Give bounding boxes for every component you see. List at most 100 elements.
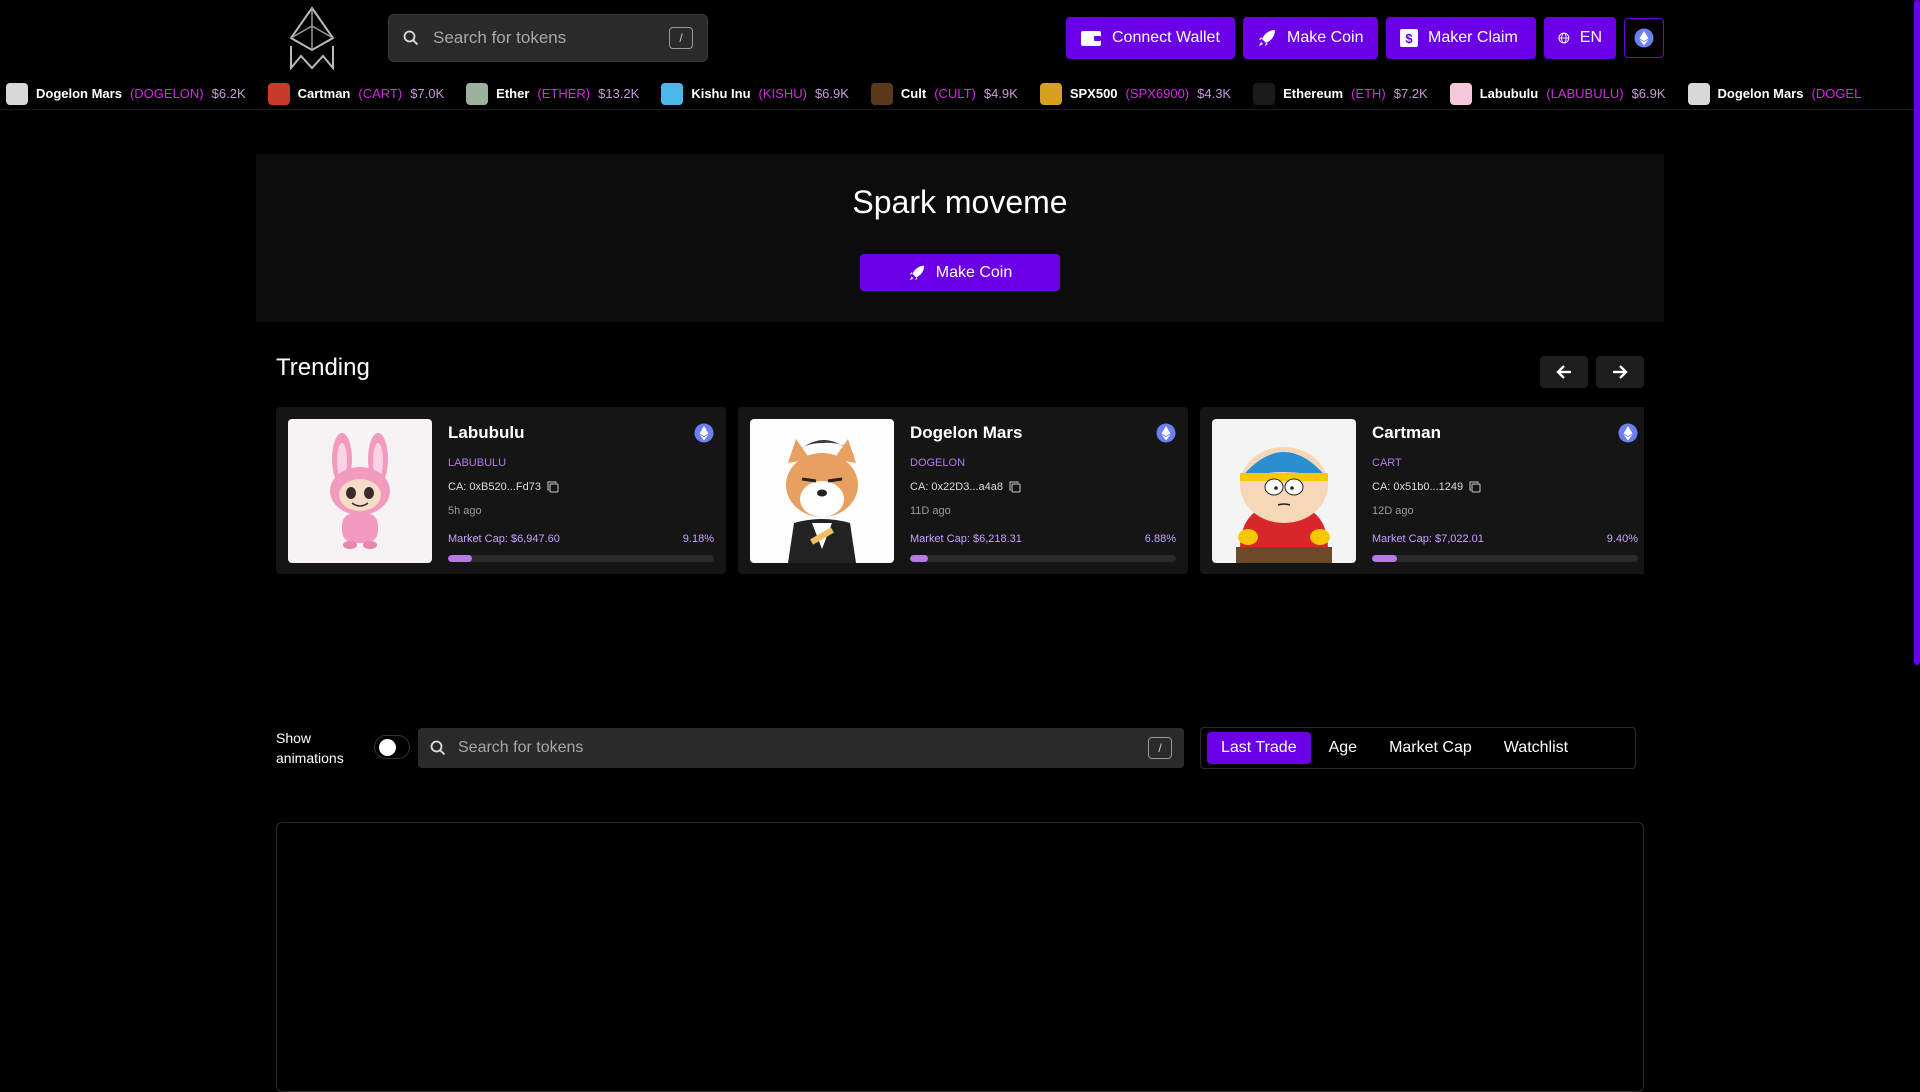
ticker-item[interactable]: Kishu Inu (KISHU) $6.9K bbox=[655, 82, 849, 105]
hero-make-coin-label: Make Coin bbox=[935, 263, 1013, 281]
sort-tab-market-cap[interactable]: Market Cap bbox=[1375, 732, 1486, 764]
ticker-name: Cult bbox=[900, 86, 927, 101]
progress-bar bbox=[1372, 555, 1638, 562]
token-list bbox=[276, 822, 1644, 1092]
progress-bar bbox=[910, 555, 1176, 562]
ticker-symbol: (DOGEL bbox=[1811, 86, 1862, 101]
token-symbol: DOGELON bbox=[910, 457, 966, 469]
make-coin-button[interactable]: Make Coin bbox=[1243, 17, 1378, 59]
ticker-item[interactable]: Cult (CULT) $4.9K bbox=[865, 82, 1018, 105]
ticker-item[interactable]: Dogelon Mars (DOGELON) $6.2K bbox=[0, 82, 246, 105]
site-logo[interactable] bbox=[287, 6, 337, 71]
page-scrollbar[interactable] bbox=[1914, 0, 1920, 665]
token-search-input[interactable]: Search for tokens / bbox=[418, 728, 1184, 768]
token-name: Dogelon Mars bbox=[910, 423, 1023, 442]
toggle-knob bbox=[379, 739, 396, 756]
token-image bbox=[288, 419, 432, 563]
ticker-item[interactable]: Dogelon Mars (DOGEL bbox=[1682, 82, 1870, 105]
ticker-symbol: (ETH) bbox=[1351, 86, 1386, 101]
token-image bbox=[750, 419, 894, 563]
make-coin-label: Make Coin bbox=[1287, 29, 1364, 46]
token-thumbnail bbox=[466, 82, 489, 105]
contract-address: CA: 0xB520...Fd73 bbox=[448, 481, 559, 493]
search-icon bbox=[430, 740, 446, 756]
rocket-icon bbox=[909, 265, 924, 280]
header-search-input[interactable]: Search for tokens / bbox=[388, 14, 708, 62]
price-ticker: Dogelon Mars (DOGELON) $6.2K Cartman (CART) $… bbox=[0, 78, 1914, 110]
token-thumbnail bbox=[1687, 82, 1710, 105]
token-thumbnail bbox=[661, 82, 684, 105]
ticker-item[interactable]: SPX500 (SPX6900) $4.3K bbox=[1034, 82, 1231, 105]
ticker-item[interactable]: Ethereum (ETH) $7.2K bbox=[1247, 82, 1428, 105]
ticker-price: $7.0K bbox=[410, 86, 445, 101]
ticker-item[interactable]: Labubulu (LABUBULU) $6.9K bbox=[1444, 82, 1666, 105]
ticker-name: Cartman bbox=[297, 86, 351, 101]
progress-percent: 9.40% bbox=[1606, 533, 1638, 545]
ticker-price: $4.9K bbox=[983, 86, 1018, 101]
ticker-symbol: (CULT) bbox=[934, 86, 976, 101]
copy-icon[interactable] bbox=[547, 481, 559, 493]
ticker-name: SPX500 bbox=[1069, 86, 1118, 101]
trending-next-button[interactable] bbox=[1596, 356, 1644, 388]
ticker-name: Ethereum bbox=[1283, 86, 1344, 101]
language-label: EN bbox=[1579, 29, 1602, 46]
globe-icon bbox=[1558, 32, 1570, 44]
progress-fill bbox=[910, 555, 929, 562]
connect-wallet-button[interactable]: Connect Wallet bbox=[1066, 17, 1235, 59]
progress-percent: 6.88% bbox=[1144, 533, 1176, 545]
sort-tab-last-trade[interactable]: Last Trade bbox=[1207, 732, 1311, 764]
maker-claim-label: Maker Claim bbox=[1428, 29, 1518, 46]
maker-claim-button[interactable]: $ Maker Claim bbox=[1386, 17, 1536, 59]
token-name: Labubulu bbox=[448, 423, 525, 442]
ticker-price: $6.9K bbox=[814, 86, 849, 101]
token-thumbnail bbox=[6, 82, 28, 105]
market-cap: Market Cap: $7,022.01 bbox=[1372, 533, 1484, 545]
hero-make-coin-button[interactable]: Make Coin bbox=[860, 254, 1060, 291]
svg-text:$: $ bbox=[1405, 31, 1413, 46]
token-name: Cartman bbox=[1372, 423, 1441, 442]
ticker-symbol: (KISHU) bbox=[758, 86, 807, 101]
token-age: 5h ago bbox=[448, 505, 482, 517]
token-thumbnail bbox=[870, 82, 893, 105]
ticker-item[interactable]: Ether (ETHER) $13.2K bbox=[460, 82, 640, 105]
contract-address: CA: 0x51b0...1249 bbox=[1372, 481, 1481, 493]
show-animations-label: Show animations bbox=[276, 730, 344, 766]
network-button[interactable] bbox=[1624, 18, 1664, 58]
ticker-item[interactable]: Cartman (CART) $7.0K bbox=[262, 82, 445, 105]
top-header: Search for tokens / Connect Wallet Make … bbox=[0, 0, 1920, 76]
token-thumbnail bbox=[1449, 82, 1472, 105]
token-age: 11D ago bbox=[910, 505, 951, 517]
ticker-price: $6.2K bbox=[211, 86, 246, 101]
ticker-name: Ether bbox=[496, 86, 530, 101]
arrow-left-icon bbox=[1556, 365, 1571, 379]
token-thumbnail bbox=[1253, 82, 1276, 105]
contract-address-text: CA: 0x22D3...a4a8 bbox=[910, 481, 1003, 493]
ethereum-icon bbox=[1156, 423, 1176, 448]
market-cap: Market Cap: $6,218.31 bbox=[910, 533, 1022, 545]
trending-card[interactable]: Dogelon Mars DOGELON CA: 0x22D3...a4a8 1… bbox=[738, 407, 1188, 574]
dollar-icon: $ bbox=[1400, 29, 1418, 47]
sort-tab-age[interactable]: Age bbox=[1315, 732, 1371, 764]
ticker-symbol: (SPX6900) bbox=[1125, 86, 1190, 101]
sort-tab-watchlist[interactable]: Watchlist bbox=[1490, 732, 1582, 764]
ethereum-icon bbox=[1618, 423, 1638, 448]
trending-prev-button[interactable] bbox=[1540, 356, 1588, 388]
token-symbol: CART bbox=[1372, 457, 1402, 469]
token-thumbnail bbox=[267, 82, 290, 105]
token-search-placeholder: Search for tokens bbox=[458, 739, 584, 756]
trending-card[interactable]: Cartman CART CA: 0x51b0...1249 12D ago M… bbox=[1200, 407, 1644, 574]
rocket-icon bbox=[1259, 30, 1275, 46]
language-button[interactable]: EN bbox=[1544, 17, 1616, 59]
trending-card[interactable]: Labubulu LABUBULU CA: 0xB520...Fd73 5h a… bbox=[276, 407, 726, 574]
search-icon bbox=[403, 30, 419, 46]
ticker-name: Dogelon Mars bbox=[1717, 86, 1804, 101]
ticker-symbol: (ETHER) bbox=[537, 86, 591, 101]
sort-tabs: Last Trade Age Market Cap Watchlist bbox=[1200, 727, 1636, 769]
show-animations-toggle[interactable] bbox=[374, 735, 410, 759]
ticker-price: $13.2K bbox=[598, 86, 640, 101]
copy-icon[interactable] bbox=[1469, 481, 1481, 493]
copy-icon[interactable] bbox=[1009, 481, 1021, 493]
ethereum-icon bbox=[1634, 28, 1654, 48]
ticker-name: Kishu Inu bbox=[691, 86, 751, 101]
contract-address: CA: 0x22D3...a4a8 bbox=[910, 481, 1021, 493]
